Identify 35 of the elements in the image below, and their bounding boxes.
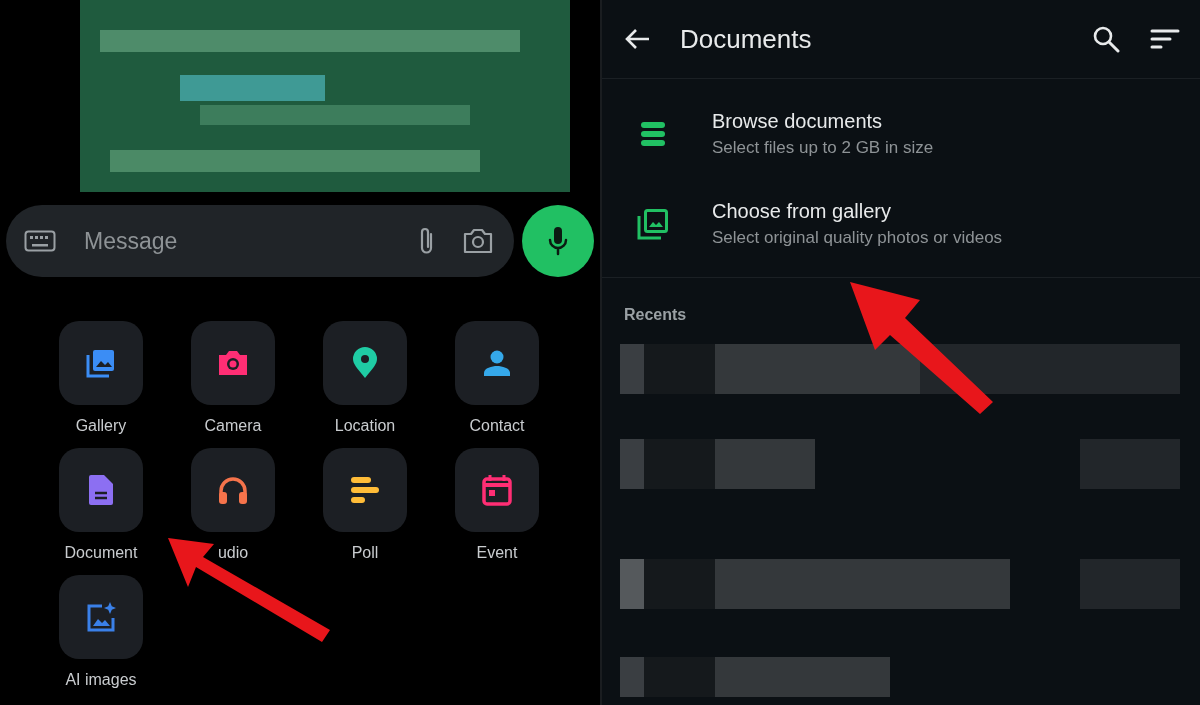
attach-option-label: Gallery (75, 416, 127, 436)
message-field[interactable]: Message (82, 226, 392, 256)
gallery-icon (636, 207, 670, 241)
back-arrow-icon[interactable] (624, 28, 650, 50)
attach-option-label: AI images (65, 670, 137, 690)
option-subtitle: Select original quality photos or videos (712, 228, 1003, 248)
option-subtitle: Select files up to 2 GB in size (712, 138, 934, 158)
attach-option-button[interactable] (323, 321, 407, 405)
document-source-option[interactable]: Choose from gallery Select original quality photos or videos (602, 179, 1200, 269)
section-heading: Recents (623, 305, 688, 324)
attach-option-button[interactable] (455, 448, 539, 532)
attach-option-label: Poll (351, 543, 379, 563)
document-source-option[interactable]: Browse documents Select files up to 2 GB in size (602, 89, 1200, 179)
microphone-icon (548, 226, 568, 256)
stacked-list-icon (640, 121, 666, 147)
attach-option-button[interactable] (59, 575, 143, 659)
option-title: Choose from gallery (712, 200, 892, 223)
attach-option-label: Contact (469, 416, 525, 436)
sort-icon[interactable] (1150, 28, 1180, 50)
attach-option-label: Camera (204, 416, 262, 436)
attach-option-button[interactable] (191, 448, 275, 532)
attach-option-button[interactable] (59, 448, 143, 532)
attach-option-button[interactable] (323, 448, 407, 532)
camera-icon[interactable] (462, 228, 494, 254)
search-icon[interactable] (1092, 25, 1120, 53)
attach-option-label: Document (64, 543, 138, 563)
attach-option-label: udio (217, 543, 249, 563)
attach-option-button[interactable] (59, 321, 143, 405)
attach-option-label: Location (334, 416, 396, 436)
keyboard-icon[interactable] (24, 230, 56, 252)
option-title: Browse documents (712, 110, 884, 133)
attach-option-button[interactable] (191, 321, 275, 405)
attach-option-button[interactable] (455, 321, 539, 405)
screen-title: Documents (680, 23, 813, 55)
attach-option-label: Event (476, 543, 518, 563)
